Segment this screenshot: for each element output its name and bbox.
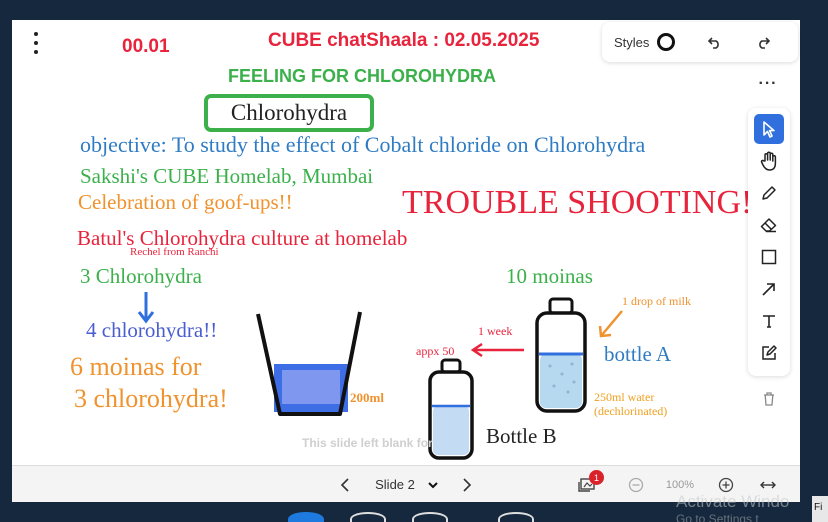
eraser-icon [760,218,777,233]
four-chlorohydra-text: 4 chlorohydra!! [86,318,218,342]
rectangle-tool[interactable] [754,242,784,272]
whiteboard-canvas[interactable]: 00.01 CUBE chatShaala : 02.05.2025 FEELI… [12,20,800,465]
arrow-icon [762,283,775,296]
water-label-line-2: (dechlorinated) [594,404,668,418]
troubleshooting-text: TROUBLE SHOOTING! [402,184,753,221]
styles-label: Styles [614,34,650,50]
hand-icon [760,151,777,171]
trash-icon [764,392,774,406]
slide-selector[interactable]: Slide 2 [368,466,446,503]
tray-label: Fi [812,496,828,522]
slide-selector-label: Slide 2 [375,477,415,492]
menu-button[interactable] [28,32,44,54]
pen-tool[interactable] [754,178,784,208]
rechel-text: Rechel from Ranchi [130,246,219,258]
milk-drop-label: 1 drop of milk [622,294,691,308]
activate-windows-watermark: Activate Windo [676,492,790,511]
cursor-icon [763,121,775,138]
homelab-text: Sakshi's CUBE Homelab, Mumbai [80,164,374,188]
zoom-in-icon [718,477,734,492]
vertical-dots-icon [34,32,38,36]
feeling-heading: FEELING FOR CHLOROHYDRA [228,66,496,86]
chevron-down-icon [428,481,438,488]
previous-slide-button[interactable] [334,466,356,503]
bottle-b-drawing [428,358,474,460]
bottle-b-label: Bottle B [486,424,557,448]
stroke-style-button[interactable] [657,33,676,51]
bottle-a-drawing [535,297,587,413]
title-box-text: Chlorohydra [230,100,348,125]
timer-text: 00.01 [122,36,170,57]
redo-button[interactable] [751,30,775,54]
next-slide-button[interactable] [456,466,478,503]
text-tool[interactable] [754,306,784,336]
undo-icon [708,37,720,49]
title-box: Chlorohydra [204,94,374,132]
milk-arrow-drawing [598,310,623,338]
chevron-right-icon [463,477,472,492]
moinas-line-2: 3 chlorohydra! [74,384,228,413]
redo-icon [759,37,771,49]
moinas-line-1: 6 moinas for [70,352,202,381]
objective-text: objective: To study the effect of Cobalt… [80,132,646,157]
horizontal-dots-icon: ··· [758,75,778,92]
activate-windows-subtext: Go to Settings t [676,512,759,522]
drawing-toolbar [748,108,790,376]
celebration-text: Celebration of goof-ups!! [78,190,293,214]
undo-button[interactable] [703,30,727,54]
taskbar-app-icon[interactable] [412,512,448,522]
select-tool[interactable] [754,114,784,144]
water-label-line-1: 250ml water [594,390,655,404]
week-arrow-drawing [470,342,524,358]
fit-width-icon [760,481,776,488]
batul-text: Batul's Chlorohydra culture at homelab [77,226,408,250]
taskbar-app-icon[interactable] [350,512,386,522]
ten-moinas-text: 10 moinas [506,264,593,288]
rectangle-icon [761,249,777,265]
notification-badge: 1 [589,470,604,485]
arrow-tool[interactable] [754,274,784,304]
pan-tool[interactable] [754,146,784,176]
taskbar-app-icon[interactable] [498,512,534,522]
text-icon [763,315,775,328]
edit-note-icon [762,345,777,360]
header-text: CUBE chatShaala : 02.05.2025 [268,30,540,51]
zoom-out-icon [628,477,644,492]
bottle-a-label: bottle A [604,342,672,366]
taskbar-app-icon[interactable] [288,512,324,522]
one-week-label: 1 week [478,324,513,338]
beaker-volume-label: 200ml [350,390,384,405]
pen-icon [762,186,776,200]
more-options-button[interactable]: ··· [752,68,784,100]
three-chlorohydra-text: 3 Chlorohydra [80,264,202,288]
chevron-left-icon [340,477,349,492]
styles-toolbar: Styles [602,22,798,62]
blank-slide-note: This slide left blank for [302,436,433,450]
edit-note-tool[interactable] [754,338,784,368]
zoom-out-button[interactable] [624,466,648,503]
delete-button[interactable] [756,386,782,412]
appx-label: appx 50 [416,344,455,358]
eraser-tool[interactable] [754,210,784,240]
